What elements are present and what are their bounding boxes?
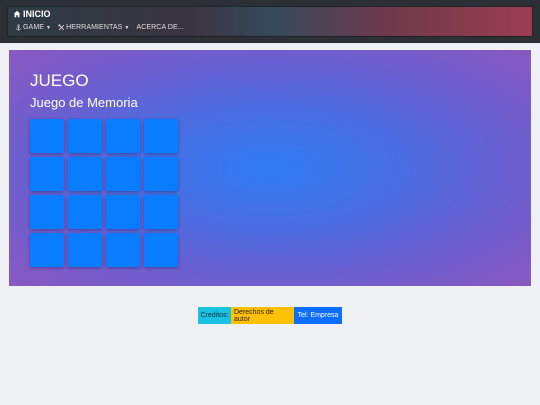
memory-card[interactable]: [30, 157, 64, 191]
menu-game-label: GAME: [23, 24, 45, 31]
main-menu: GAME ▼ HERRAMIENTAS ▼ ACERCA DE...: [15, 24, 184, 31]
memory-card[interactable]: [106, 195, 140, 229]
memory-card[interactable]: [68, 195, 102, 229]
memory-card[interactable]: [144, 119, 178, 153]
menu-herramientas[interactable]: HERRAMIENTAS ▼: [58, 24, 129, 31]
page-title: JUEGO: [30, 71, 89, 90]
memory-card[interactable]: [30, 119, 64, 153]
brand-label: INICIO: [23, 9, 51, 19]
menu-herramientas-label: HERRAMIENTAS: [66, 24, 123, 31]
memory-card[interactable]: [68, 233, 102, 267]
menu-game[interactable]: GAME ▼: [15, 24, 51, 31]
footer: Creditos: Derechos de autor Tel: Empresa: [198, 307, 342, 324]
credits-badge[interactable]: Creditos:: [198, 307, 231, 324]
menu-acerca[interactable]: ACERCA DE...: [136, 24, 184, 31]
copyright-badge[interactable]: Derechos de autor: [231, 307, 294, 324]
top-bar: INICIO GAME ▼ HERRAMIENTAS ▼ ACERCA DE..…: [0, 0, 540, 43]
hero-panel: JUEGO Juego de Memoria: [9, 50, 531, 286]
chevron-down-icon: ▼: [46, 24, 52, 31]
memory-card[interactable]: [106, 233, 140, 267]
page-subtitle: Juego de Memoria: [30, 95, 138, 110]
memory-card[interactable]: [68, 119, 102, 153]
memory-card[interactable]: [30, 195, 64, 229]
memory-card[interactable]: [106, 157, 140, 191]
chevron-down-icon: ▼: [124, 24, 130, 31]
home-link[interactable]: INICIO: [13, 9, 51, 19]
memory-card[interactable]: [30, 233, 64, 267]
home-icon: [13, 10, 21, 18]
anchor-icon: [15, 24, 22, 31]
phone-badge[interactable]: Tel: Empresa: [294, 307, 342, 324]
memory-card[interactable]: [68, 157, 102, 191]
memory-card[interactable]: [144, 157, 178, 191]
menu-acerca-label: ACERCA DE...: [136, 24, 184, 31]
tools-icon: [58, 24, 65, 31]
memory-card[interactable]: [106, 119, 140, 153]
navbar: INICIO GAME ▼ HERRAMIENTAS ▼ ACERCA DE..…: [7, 6, 533, 37]
memory-grid: [30, 119, 178, 267]
memory-card[interactable]: [144, 233, 178, 267]
memory-card[interactable]: [144, 195, 178, 229]
